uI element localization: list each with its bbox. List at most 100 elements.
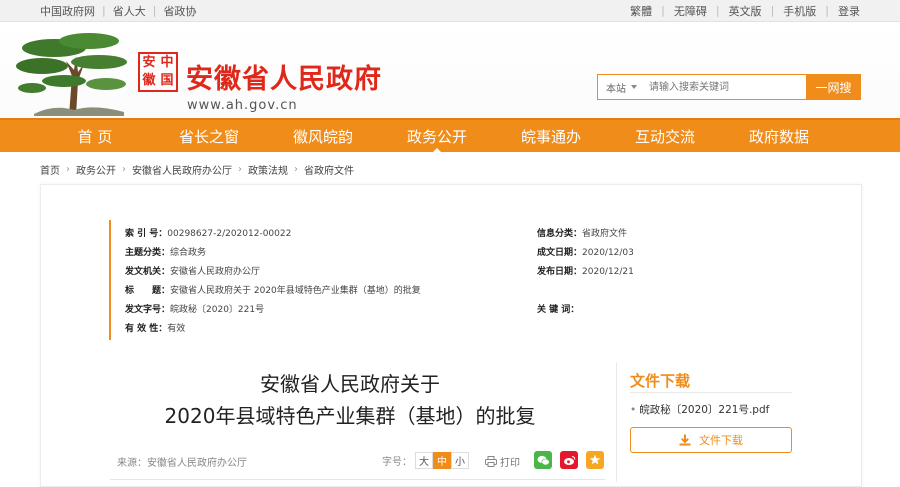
- printer-icon: [485, 456, 497, 467]
- divider: |: [152, 4, 157, 17]
- meta-validity: 有 效 性：有效: [125, 321, 185, 334]
- nav-anhui-culture[interactable]: 徽风皖韵: [266, 120, 380, 152]
- meta-key: 索 引 号：: [125, 229, 168, 239]
- nav-services[interactable]: 皖事通办: [494, 120, 608, 152]
- accessibility-link[interactable]: 无障碍: [674, 3, 707, 19]
- meta-value: 安徽省人民政府关于 2020年县域特色产业集群（基地）的批复: [170, 286, 421, 296]
- search-scope-select[interactable]: 本站: [598, 80, 643, 95]
- meta-key: 主题分类：: [125, 248, 171, 258]
- chevron-right-icon: ›: [294, 164, 298, 175]
- meta-value: 2020/12/03: [582, 248, 634, 258]
- breadcrumb-current[interactable]: 省政府文件: [304, 162, 354, 177]
- site-header: 安 中 徽 国 安徽省人民政府 www.ah.gov.cn 本站 一网搜: [0, 22, 900, 118]
- divider: [110, 479, 605, 480]
- top-links: 中国政府网 | 省人大 | 省政协: [40, 3, 196, 19]
- meta-title: 标 题：安徽省人民政府关于 2020年县域特色产业集群（基地）的批复: [125, 283, 421, 296]
- breadcrumb-gov-affairs[interactable]: 政务公开: [76, 162, 116, 177]
- print-label: 打印: [500, 458, 520, 469]
- meta-key: 发文字号：: [125, 305, 171, 315]
- meta-index-no: 索 引 号：00298627-2/202012-00022: [125, 226, 291, 239]
- meta-published: 发布日期：2020/12/21: [537, 264, 634, 277]
- font-size-medium-button[interactable]: 中: [433, 452, 451, 469]
- download-button-label: 文件下载: [699, 434, 743, 447]
- meta-key: 发布日期：: [537, 267, 583, 277]
- top-bar: 中国政府网 | 省人大 | 省政协 繁體 | 无障碍 | 英文版 | 手机版 |…: [0, 0, 900, 22]
- meta-issuer: 发文机关：安徽省人民政府办公厅: [125, 264, 260, 277]
- meta-key: 标 题：: [125, 286, 171, 296]
- meta-key: 发文机关：: [125, 267, 171, 277]
- document-source: 来源：安徽省人民政府办公厅: [117, 458, 247, 469]
- caret-down-icon: [631, 85, 637, 89]
- bullet-icon: •: [630, 404, 637, 416]
- login-link[interactable]: 登录: [838, 3, 860, 19]
- meta-key: 信息分类：: [537, 229, 583, 239]
- nav-interaction[interactable]: 互动交流: [608, 120, 722, 152]
- link-china-gov[interactable]: 中国政府网: [40, 3, 95, 19]
- weibo-icon: [563, 455, 575, 465]
- chevron-right-icon: ›: [66, 164, 70, 175]
- divider: |: [825, 4, 829, 17]
- download-section-title: 文件下载: [630, 372, 691, 390]
- search-input[interactable]: [643, 75, 806, 99]
- nav-government-data[interactable]: 政府数据: [722, 120, 836, 152]
- top-right-links: 繁體 | 无障碍 | 英文版 | 手机版 | 登录: [630, 3, 860, 19]
- link-provincial-congress[interactable]: 省人大: [113, 3, 146, 19]
- meta-subject: 主题分类：综合政务: [125, 245, 206, 258]
- seal-char: 中: [160, 55, 174, 70]
- divider: |: [770, 4, 775, 17]
- meta-doc-no: 发文字号：皖政秘〔2020〕221号: [125, 302, 264, 315]
- main-nav: 首 页 省长之窗 徽风皖韵 政务公开 皖事通办 互动交流 政府数据: [0, 118, 900, 154]
- font-size-control: 字号： 大 中 小: [382, 452, 469, 469]
- breadcrumb-office[interactable]: 安徽省人民政府办公厅: [132, 162, 232, 177]
- meta-value: 皖政秘〔2020〕221号: [170, 305, 265, 315]
- nav-home[interactable]: 首 页: [38, 120, 152, 152]
- share-wechat-button[interactable]: [534, 451, 552, 469]
- document-title-line2: 2020年县域特色产业集群（基地）的批复: [164, 404, 536, 428]
- chevron-right-icon: ›: [238, 164, 242, 175]
- seal-char: 国: [160, 73, 174, 88]
- document-title-line1: 安徽省人民政府关于: [260, 372, 440, 396]
- font-size-label: 字号：: [382, 457, 412, 468]
- share-weibo-button[interactable]: [560, 451, 578, 469]
- nav-government-affairs[interactable]: 政务公开: [380, 120, 494, 154]
- download-icon: [679, 434, 691, 446]
- meta-value: 综合政务: [170, 248, 207, 258]
- meta-value: 有效: [167, 324, 186, 334]
- wechat-icon: [537, 455, 550, 465]
- pine-tree-logo-icon: [16, 33, 127, 116]
- font-size-small-button[interactable]: 小: [451, 452, 469, 469]
- meta-key: 关 键 词：: [537, 305, 580, 315]
- search-box: 本站 一网搜: [597, 74, 861, 100]
- meta-value: 省政府文件: [582, 229, 628, 239]
- document-title: 安徽省人民政府关于 2020年县域特色产业集群（基地）的批复: [110, 368, 590, 432]
- traditional-chinese-link[interactable]: 繁體: [630, 3, 652, 19]
- divider: |: [102, 4, 106, 17]
- nav-governor-window[interactable]: 省长之窗: [152, 120, 266, 152]
- meta-value: 2020/12/21: [582, 267, 634, 277]
- breadcrumb: 首页 › 政务公开 › 安徽省人民政府办公厅 › 政策法规 › 省政府文件: [40, 162, 354, 177]
- site-title[interactable]: 安徽省人民政府: [186, 57, 382, 96]
- breadcrumb-home[interactable]: 首页: [40, 162, 60, 177]
- breadcrumb-policy[interactable]: 政策法规: [248, 162, 288, 177]
- meta-info-type: 信息分类：省政府文件: [537, 226, 627, 239]
- download-file-link[interactable]: • 皖政秘〔2020〕221号.pdf: [630, 402, 769, 417]
- meta-keywords: 关 键 词：: [537, 302, 579, 315]
- divider: |: [661, 4, 665, 17]
- search-scope-label: 本站: [606, 83, 626, 95]
- seal-char: 徽: [142, 73, 156, 88]
- download-file-name: 皖政秘〔2020〕221号.pdf: [639, 404, 770, 416]
- print-button[interactable]: 打印: [485, 454, 520, 469]
- download-button[interactable]: 文件下载: [630, 427, 792, 453]
- mobile-version-link[interactable]: 手机版: [783, 3, 816, 19]
- meta-created: 成文日期：2020/12/03: [537, 245, 634, 258]
- english-version-link[interactable]: 英文版: [729, 3, 762, 19]
- font-size-large-button[interactable]: 大: [415, 452, 433, 469]
- site-url: www.ah.gov.cn: [187, 98, 298, 113]
- meta-key: 成文日期：: [537, 248, 583, 258]
- search-button[interactable]: 一网搜: [806, 74, 861, 100]
- link-provincial-cppcc[interactable]: 省政协: [163, 3, 196, 19]
- favorite-button[interactable]: [586, 451, 604, 469]
- divider: [630, 392, 792, 393]
- document-toolbar: 来源：安徽省人民政府办公厅 字号： 大 中 小 打印: [110, 450, 605, 472]
- column-divider: [616, 362, 617, 482]
